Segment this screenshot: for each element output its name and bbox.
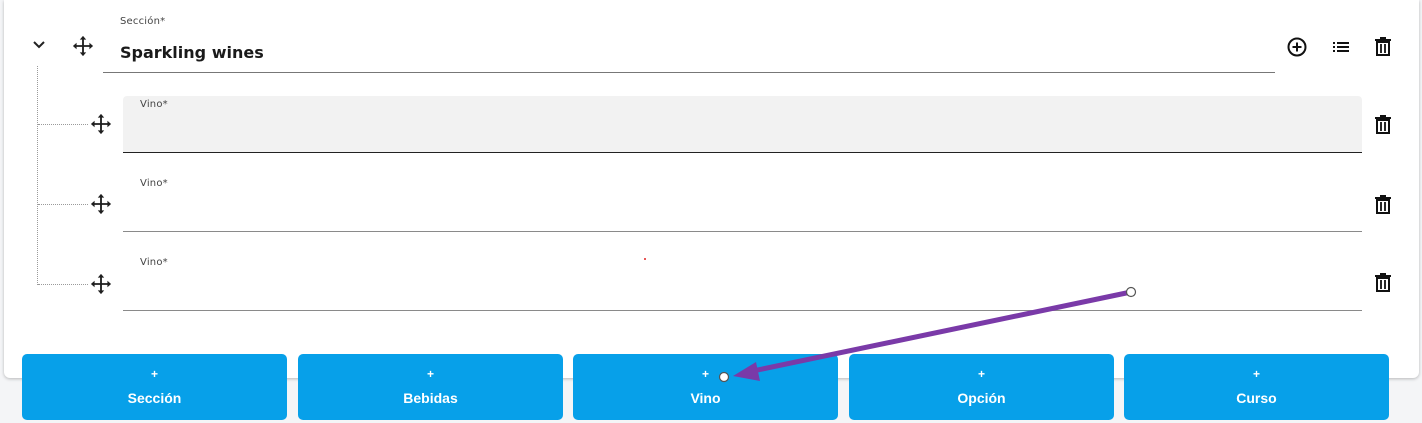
wine-field-label: Vino* <box>140 99 168 110</box>
chevron-down-icon[interactable] <box>30 36 48 54</box>
move-icon[interactable] <box>72 35 94 57</box>
move-icon[interactable] <box>90 273 112 295</box>
button-label: Vino <box>690 390 721 406</box>
add-drinks-button[interactable]: + Bebidas <box>298 354 563 420</box>
add-section-button[interactable]: + Sección <box>22 354 287 420</box>
section-name-field[interactable]: Sección* Sparkling wines <box>103 10 1275 73</box>
plus-icon: + <box>426 367 434 381</box>
trash-icon[interactable] <box>1372 271 1394 293</box>
button-label: Curso <box>1236 390 1277 406</box>
trash-icon[interactable] <box>1372 193 1394 215</box>
button-label: Opción <box>957 390 1006 406</box>
trash-icon[interactable] <box>1372 35 1394 57</box>
button-label: Bebidas <box>403 390 458 406</box>
wine-field[interactable]: Vino* <box>123 96 1362 153</box>
tree-branch <box>38 284 88 285</box>
stray-dot <box>644 258 646 260</box>
plus-icon: + <box>701 367 709 381</box>
plus-icon: + <box>977 367 985 381</box>
wine-field[interactable]: Vino* <box>123 254 1362 311</box>
wine-field[interactable]: Vino* <box>123 175 1362 232</box>
trash-icon[interactable] <box>1372 113 1394 135</box>
wine-field-label: Vino* <box>140 178 168 189</box>
tree-branch <box>38 124 88 125</box>
wine-field-label: Vino* <box>140 257 168 268</box>
section-field-value[interactable]: Sparkling wines <box>120 43 264 62</box>
tree-line <box>37 66 38 285</box>
plus-icon: + <box>1252 367 1260 381</box>
move-icon[interactable] <box>90 193 112 215</box>
move-icon[interactable] <box>90 113 112 135</box>
tree-branch <box>38 204 88 205</box>
section-field-label: Sección* <box>120 16 166 27</box>
list-icon[interactable] <box>1330 36 1352 58</box>
add-wine-button[interactable]: + Vino <box>573 354 838 420</box>
add-circle-icon[interactable] <box>1286 36 1308 58</box>
add-course-button[interactable]: + Curso <box>1124 354 1389 420</box>
button-label: Sección <box>127 390 182 406</box>
plus-icon: + <box>150 367 158 381</box>
add-option-button[interactable]: + Opción <box>849 354 1114 420</box>
